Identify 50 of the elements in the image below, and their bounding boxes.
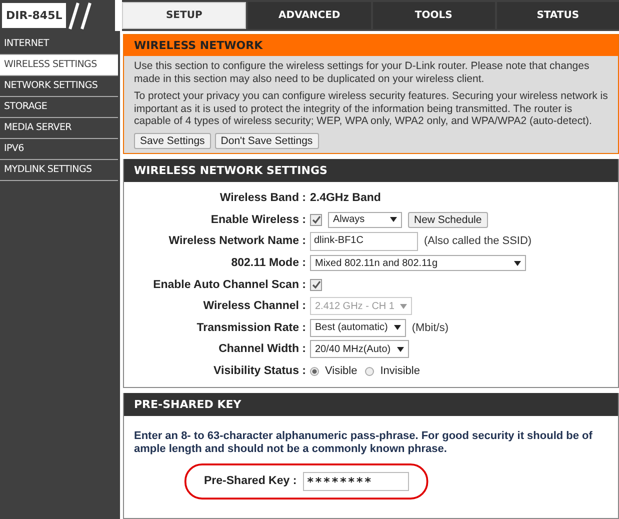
sidebar-item[interactable]: NETWORK SETTINGS <box>0 76 118 97</box>
field-label: Channel Width : <box>218 343 307 356</box>
section-header: WIRELESS NETWORK <box>124 35 618 56</box>
field-label: Transmission Rate : <box>196 322 307 334</box>
field-label: 802.11 Mode : <box>230 257 307 270</box>
action-button[interactable]: Save Settings <box>134 132 211 148</box>
dropdown[interactable]: Mixed 802.11n and 802.11g <box>310 255 526 272</box>
field-label: Pre-Shared Key : <box>204 475 297 488</box>
radio-label: Invisible <box>380 365 420 378</box>
password-field[interactable]: ******** <box>302 472 409 491</box>
description-text: To protect your privacy you can configure wireless security features. Securing your wireless network is important as it is used to protect the integrity of the information being transmitted. The router is capable of 4 types of wireless security; WEP, WPA only, WPA2 only, and WPA/WPA2 (auto-detect). <box>134 90 609 128</box>
caret-icon <box>396 346 404 352</box>
dropdown[interactable]: Always <box>328 212 402 228</box>
nav-tab[interactable]: ADVANCED <box>248 2 370 29</box>
action-button[interactable]: Don't Save Settings <box>214 132 319 148</box>
nav-tab[interactable]: STATUS <box>496 2 619 29</box>
section-header: PRE-SHARED KEY <box>124 392 618 416</box>
section-header: WIRELESS NETWORK SETTINGS <box>124 158 618 182</box>
caret-icon <box>400 304 408 309</box>
caret-icon <box>394 325 401 330</box>
hint-text: (Mbit/s) <box>412 322 448 334</box>
sidebar-item[interactable]: MYDLINK SETTINGS <box>0 160 118 181</box>
model-label: DIR-845L <box>2 3 66 28</box>
hint-text: (Also called the SSID) <box>424 235 532 248</box>
caret-icon <box>390 217 397 222</box>
sidebar-item[interactable]: STORAGE <box>0 97 118 118</box>
field-label: Enable Auto Channel Scan : <box>152 278 307 291</box>
dropdown[interactable]: Best (automatic) <box>310 318 406 337</box>
schedule-button[interactable]: New Schedule <box>408 212 488 228</box>
field-label: Wireless Band : <box>218 192 307 204</box>
checkbox[interactable] <box>310 278 322 291</box>
sidebar-item[interactable]: WIRELESS SETTINGS <box>0 55 118 76</box>
caret-icon <box>514 260 521 266</box>
instruction-text: Enter an 8- to 63-character alphanumeric pass-phrase. For good security it should be of ample length and should not be a commonly known phrase. <box>133 428 594 456</box>
text-field[interactable]: dlink-BF1C <box>310 232 418 251</box>
field-label: Visibility Status : <box>212 365 307 378</box>
description-text: Use this section to configure the wireless settings for your D-Link router. Please note that changes made in this section may also need to be duplicated on your wireless client. <box>134 60 590 85</box>
nav-tab[interactable]: SETUP <box>122 2 246 29</box>
checkbox[interactable] <box>310 214 322 226</box>
field-label: Enable Wireless : <box>210 214 307 226</box>
nav-tab[interactable]: TOOLS <box>372 2 495 29</box>
radio-label: Visible <box>325 365 358 378</box>
sidebar-item[interactable]: IPV6 <box>0 139 118 160</box>
field-value: 2.4GHz Band <box>310 192 381 204</box>
sidebar-item[interactable]: MEDIA SERVER <box>0 118 118 139</box>
field-label: Wireless Channel : <box>202 300 307 312</box>
radio-button[interactable] <box>310 366 319 376</box>
field-label: Wireless Network Name : <box>168 235 307 248</box>
dropdown[interactable]: 20/40 MHz(Auto) <box>310 340 409 358</box>
radio-button[interactable] <box>365 366 374 376</box>
